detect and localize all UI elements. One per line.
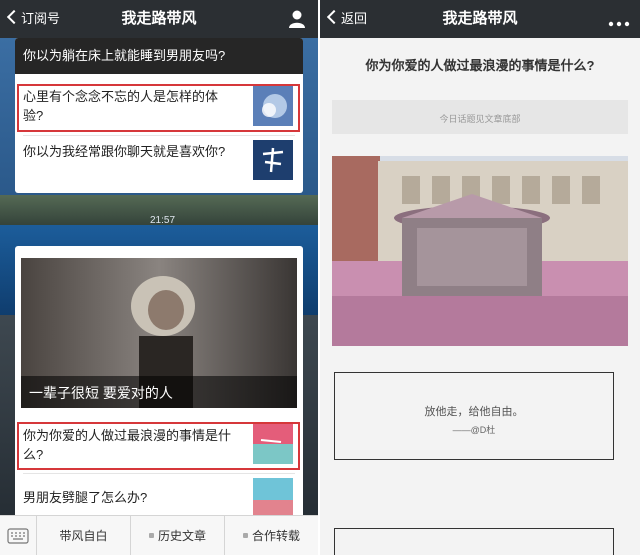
menu-item-label: 合作转载 [251,529,300,543]
nav-bar: 订阅号 我走路带风 [0,0,318,38]
news-thumbnail [253,140,293,180]
chevron-left-icon [326,9,342,25]
highlight-box[interactable] [17,422,300,470]
article-title: 你为你爱的人做过最浪漫的事情是什么? [365,58,595,73]
chat-screen: 21:57 订阅号 我走路带风 你以为躺在床上就能睡到男朋友吗? 心里有个念念不… [0,0,318,555]
back-button[interactable]: 订阅号 [6,0,60,38]
keyboard-icon[interactable] [0,516,37,555]
topic-note: 今日话题见文章底部 [439,114,521,124]
row-divider [23,135,295,136]
submenu-icon [242,533,248,538]
cover-caption-text: 一辈子很短 要爱对的人 [29,385,173,401]
quote-box: 放他走，给他自由。 ——@D杜 [334,372,614,460]
next-quote-box [334,528,614,555]
nav-bar: 返回 我走路带风 [320,0,640,38]
row-divider [23,473,295,474]
quote-text: 放他走，给他自由。 [424,406,524,418]
topic-note-box: 今日话题见文章底部 [332,100,628,134]
cover-image[interactable]: 一辈子很短 要爱对的人 [21,258,297,408]
cover-caption: 一辈子很短 要爱对的人 [21,376,297,408]
nav-title: 我走路带风 [442,10,518,27]
submenu-icon [148,533,154,538]
more-icon[interactable] [608,15,630,35]
message-time: 21:57 [150,215,176,226]
quote-author: ——@D杜 [452,425,496,435]
menu-item-cooperation[interactable]: 合作转载 [225,516,318,555]
menu-item-history[interactable]: 历史文章 [131,516,225,555]
chevron-left-icon [6,9,22,25]
back-label: 返回 [341,11,368,26]
news-item-title: 你以为我经常跟你聊天就是喜欢你? [23,144,226,159]
menu-item-label: 历史文章 [157,529,206,543]
back-label: 订阅号 [21,11,61,26]
news-thumbnail [253,478,293,518]
bottom-menu-bar: 带风自白 历史文章 合作转载 [0,515,318,555]
news-item[interactable]: 你以为我经常跟你聊天就是喜欢你? [15,138,303,190]
back-button[interactable]: 返回 [326,0,367,38]
highlight-box[interactable] [17,84,300,132]
news-item-title: 你以为躺在床上就能睡到男朋友吗? [23,48,226,63]
menu-item-label: 带风自白 [59,529,108,543]
person-icon[interactable] [286,9,308,29]
article-photo [332,156,628,346]
menu-item-about[interactable]: 带风自白 [37,516,131,555]
news-card-bottom: 一辈子很短 要爱对的人 你为你爱的人做过最浪漫的事情是什么? 男朋友劈腿了怎么办… [15,246,303,521]
news-item-title: 男朋友劈腿了怎么办? [23,490,148,505]
article-screen: 返回 我走路带风 你为你爱的人做过最浪漫的事情是什么? 今日话题见文章底部 放他… [320,0,640,555]
news-item[interactable]: 你以为躺在床上就能睡到男朋友吗? [15,38,303,74]
